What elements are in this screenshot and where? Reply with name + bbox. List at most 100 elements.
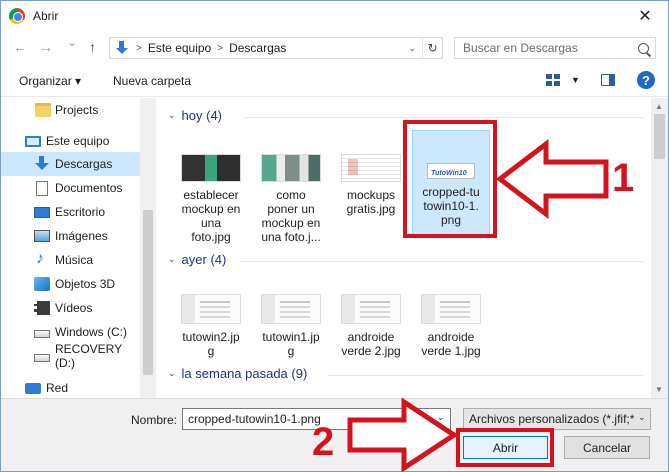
file-name-line: mockups (346, 188, 396, 202)
navigation-pane: Projects Este equipo Descargas Documento… (1, 98, 156, 398)
sidebar-item-escritorio[interactable]: Escritorio (1, 200, 140, 224)
organize-dropdown-icon: ▾ (75, 74, 82, 88)
search-input[interactable]: Buscar en Descargas (454, 37, 656, 59)
recent-locations-button[interactable]: ⌄ (67, 35, 77, 49)
dialog-footer: Nombre: ⌄ Archivos personalizados (*.jfi… (1, 398, 668, 471)
group-divider (240, 261, 644, 262)
sidebar-item-imagenes[interactable]: Imágenes (1, 224, 140, 248)
group-header-yesterday[interactable]: ⌄ ayer (4) (168, 252, 226, 267)
file-name-line: tutowin2.jp (182, 330, 240, 344)
organize-button[interactable]: Organizar ▾ (19, 74, 81, 88)
file-name-line: g (287, 344, 295, 358)
sidebar-item-projects[interactable]: Projects (1, 98, 140, 122)
scroll-down-icon[interactable]: ▼ (655, 385, 663, 394)
file-item-selected[interactable]: TutoWin10 cropped-tu towin10-1. png (412, 130, 490, 236)
sidebar-item-label: Descargas (55, 157, 113, 171)
open-button[interactable]: Abrir (463, 436, 548, 459)
sidebar-item-musica[interactable]: Música (1, 248, 140, 272)
left-arrow-annotation (495, 138, 609, 220)
file-name-line: como (276, 188, 306, 202)
image-thumbnail (421, 294, 481, 324)
view-options-dropdown-icon[interactable]: ▼ (571, 75, 580, 85)
sidebar-item-videos[interactable]: Vídeos (1, 296, 140, 320)
image-thumbnail (181, 294, 241, 324)
file-item[interactable]: androide verde 1.jpg (412, 294, 490, 358)
file-list-scrollbar[interactable]: ▲ ▼ (651, 98, 668, 398)
group-header-label: hoy (4) (181, 108, 223, 123)
help-button[interactable]: ? (637, 71, 655, 89)
file-name-line: png (440, 213, 462, 227)
group-divider (244, 117, 644, 118)
refresh-button[interactable]: ↻ (422, 38, 442, 58)
back-button[interactable]: ← (13, 39, 27, 55)
file-item[interactable]: mockups gratis.jpg (332, 154, 410, 216)
sidebar-item-documentos[interactable]: Documentos (1, 176, 140, 200)
folder-icon (35, 103, 51, 117)
address-dropdown-icon[interactable]: ⌄ (408, 43, 416, 54)
breadcrumb-este-equipo[interactable]: Este equipo (148, 41, 211, 55)
navigation-scrollbar[interactable] (140, 98, 156, 398)
change-view-icon[interactable] (546, 74, 560, 86)
sidebar-item-label: Este equipo (46, 134, 110, 148)
sidebar-item-label: Imágenes (55, 229, 108, 243)
collapse-chevron-icon[interactable]: ⌄ (168, 254, 176, 265)
network-icon (25, 382, 41, 394)
breadcrumb-separator-icon: > (136, 42, 142, 54)
group-header-today[interactable]: ⌄ hoy (4) (168, 108, 222, 123)
file-name-label: Nombre: (131, 413, 178, 427)
scrollbar-thumb[interactable] (654, 114, 665, 159)
sidebar-item-recovery-d[interactable]: RECOVERY (D:) (1, 342, 140, 370)
group-header-label: ayer (4) (181, 252, 227, 267)
file-item[interactable]: tutowin2.jp g (172, 294, 250, 358)
address-bar[interactable]: > Este equipo > Descargas ⌄ ↻ (109, 37, 443, 59)
breadcrumb-descargas[interactable]: Descargas (229, 41, 286, 55)
sidebar-item-windows-c[interactable]: Windows (C:) (1, 320, 140, 344)
file-name-line: una foto.j... (261, 230, 321, 244)
file-item[interactable]: androide verde 2.jpg (332, 294, 410, 358)
image-thumbnail (341, 294, 401, 324)
group-header-label: la semana pasada (9) (181, 366, 308, 381)
search-icon (638, 42, 649, 54)
up-button[interactable]: ↑ (89, 39, 96, 55)
sidebar-item-label: Red (46, 381, 69, 395)
file-name-line: tutowin1.jp (262, 330, 320, 344)
scrollbar-thumb[interactable] (143, 210, 153, 375)
downloads-icon (34, 156, 50, 170)
file-item[interactable]: establecer mockup en una foto.jpg (172, 154, 250, 244)
sidebar-item-descargas[interactable]: Descargas (1, 152, 140, 176)
file-name-line: g (207, 344, 215, 358)
file-item[interactable]: tutowin1.jp g (252, 294, 330, 358)
file-type-select[interactable]: Archivos personalizados (*.jfif;* (463, 408, 651, 430)
file-name-line: verde 1.jpg (421, 344, 481, 358)
image-thumbnail (261, 294, 321, 324)
right-arrow-annotation (347, 398, 458, 472)
file-name-line: mockup en (261, 216, 321, 230)
objects-3d-icon (34, 277, 50, 291)
preview-pane-icon[interactable] (601, 74, 615, 86)
documents-icon (36, 180, 48, 196)
scroll-up-icon[interactable]: ▲ (655, 102, 663, 111)
sidebar-item-label: Vídeos (55, 301, 93, 315)
close-button[interactable]: ✕ (622, 1, 668, 31)
chrome-icon (9, 8, 25, 24)
collapse-chevron-icon[interactable]: ⌄ (168, 368, 176, 379)
cancel-button[interactable]: Cancelar (564, 436, 650, 459)
sidebar-item-objetos-3d[interactable]: Objetos 3D (1, 272, 140, 296)
file-item[interactable]: como poner un mockup en una foto.j... (252, 154, 330, 244)
group-header-last-week[interactable]: ⌄ la semana pasada (9) (168, 366, 307, 381)
collapse-chevron-icon[interactable]: ⌄ (168, 110, 176, 121)
search-placeholder: Buscar en Descargas (463, 41, 578, 55)
file-type-dropdown-icon[interactable]: ⌄ (638, 412, 646, 423)
file-name-line: establecer (183, 188, 239, 202)
navigation-bar: ← → ⌄ ↑ > Este equipo > Descargas ⌄ ↻ Bu… (1, 33, 668, 63)
sidebar-item-este-equipo[interactable]: Este equipo (1, 129, 140, 153)
file-name-line: una (200, 216, 222, 230)
new-folder-button[interactable]: Nueva carpeta (113, 74, 191, 88)
forward-button[interactable]: → (39, 39, 53, 55)
file-name-line: verde 2.jpg (341, 344, 401, 358)
sidebar-item-red[interactable]: Red (1, 376, 140, 398)
step-number-1: 1 (612, 156, 635, 200)
file-name-line: gratis.jpg (346, 202, 396, 216)
step-number-2: 2 (312, 420, 335, 464)
file-name-line: androide (347, 330, 395, 344)
